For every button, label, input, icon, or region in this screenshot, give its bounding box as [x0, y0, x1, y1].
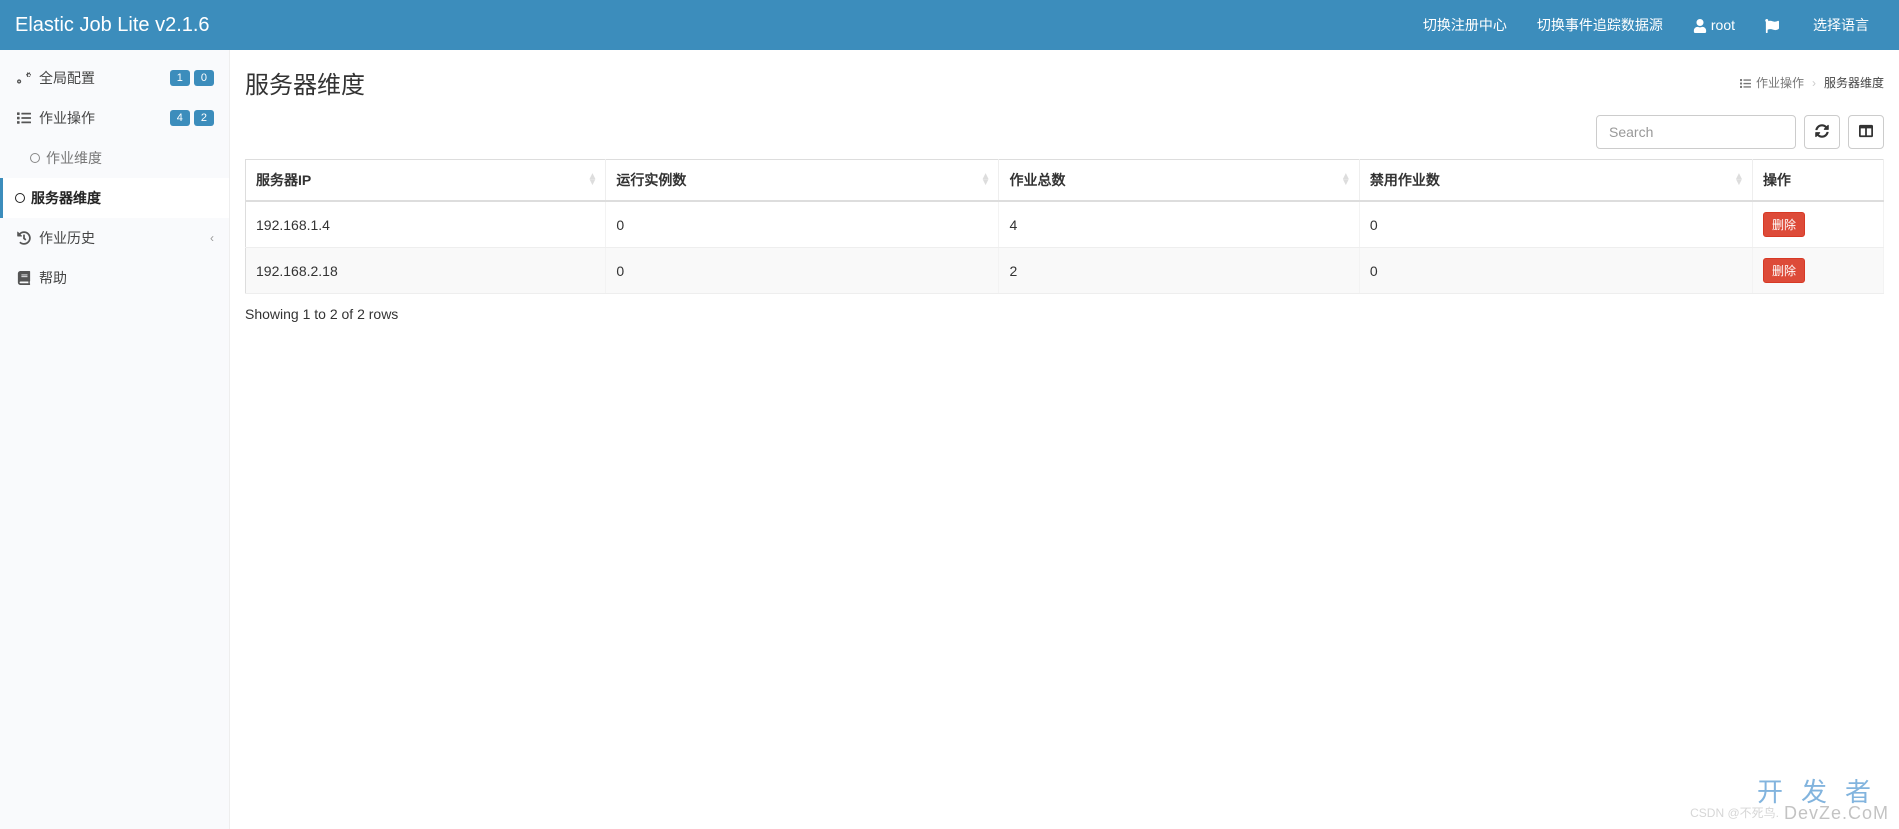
circle-icon — [30, 153, 40, 163]
sidebar-job-dimension[interactable]: 作业维度 — [0, 138, 229, 178]
cell-server-ip: 192.168.1.4 — [246, 201, 606, 248]
nav-switch-registry[interactable]: 切换注册中心 — [1408, 0, 1522, 50]
cell-server-ip: 192.168.2.18 — [246, 248, 606, 294]
main-container: 全局配置 1 0 作业操作 4 2 作业维度 服务器维度 — [0, 50, 1899, 829]
cell-running-instances: 0 — [606, 201, 999, 248]
sidebar-global-config[interactable]: 全局配置 1 0 — [0, 58, 229, 98]
app-header: Elastic Job Lite v2.1.6 切换注册中心 切换事件追踪数据源… — [0, 0, 1899, 50]
search-input[interactable] — [1596, 115, 1796, 149]
refresh-button[interactable] — [1804, 115, 1840, 149]
cell-total-jobs: 2 — [999, 248, 1359, 294]
table-toolbar — [245, 115, 1884, 149]
content-header: 服务器维度 作业操作 › 服务器维度 — [245, 65, 1884, 100]
badge: 4 — [170, 110, 190, 126]
badges: 4 2 — [170, 110, 214, 126]
sidebar-job-history[interactable]: 作业历史 ‹ — [0, 218, 229, 258]
cell-disabled-jobs: 0 — [1359, 201, 1752, 248]
delete-button[interactable]: 删除 — [1763, 258, 1805, 283]
breadcrumb: 作业操作 › 服务器维度 — [1740, 74, 1884, 91]
sidebar-item-label: 全局配置 — [39, 68, 95, 88]
sort-icon: ▲▼ — [587, 174, 597, 186]
col-running-instances[interactable]: 运行实例数▲▼ — [606, 160, 999, 202]
table-row: 192.168.2.18 0 2 0 删除 — [246, 248, 1884, 294]
content-area: 服务器维度 作业操作 › 服务器维度 — [230, 50, 1899, 829]
sidebar-item-label: 服务器维度 — [31, 188, 101, 208]
app-logo: Elastic Job Lite v2.1.6 — [15, 14, 230, 37]
nav-language[interactable]: 选择语言 — [1798, 0, 1884, 50]
sidebar-server-dimension[interactable]: 服务器维度 — [0, 178, 229, 218]
nav-user[interactable]: root — [1678, 0, 1750, 50]
gears-icon — [15, 71, 33, 85]
breadcrumb-current: 服务器维度 — [1824, 74, 1884, 91]
nav-flag[interactable] — [1750, 0, 1798, 50]
columns-button[interactable] — [1848, 115, 1884, 149]
page-title: 服务器维度 — [245, 65, 365, 100]
nav-switch-event-source[interactable]: 切换事件追踪数据源 — [1522, 0, 1678, 50]
sidebar: 全局配置 1 0 作业操作 4 2 作业维度 服务器维度 — [0, 50, 230, 829]
pagination-info: Showing 1 to 2 of 2 rows — [245, 306, 1884, 322]
col-actions: 操作 — [1752, 160, 1883, 202]
sort-icon: ▲▼ — [1341, 174, 1351, 186]
list-icon — [15, 111, 33, 125]
delete-button[interactable]: 删除 — [1763, 212, 1805, 237]
col-server-ip[interactable]: 服务器IP▲▼ — [246, 160, 606, 202]
header-nav: 切换注册中心 切换事件追踪数据源 root 选择语言 — [1408, 0, 1884, 50]
watermark-line3: CSDN @不死鸟. — [1690, 804, 1779, 821]
table-row: 192.168.1.4 0 4 0 删除 — [246, 201, 1884, 248]
user-icon — [1693, 17, 1711, 33]
list-icon — [1740, 76, 1756, 90]
col-disabled-jobs[interactable]: 禁用作业数▲▼ — [1359, 160, 1752, 202]
badge: 0 — [194, 70, 214, 86]
book-icon — [15, 271, 33, 285]
sidebar-item-label: 作业维度 — [46, 148, 102, 168]
columns-icon — [1859, 124, 1873, 141]
sidebar-item-label: 作业操作 — [39, 108, 95, 128]
refresh-icon — [1815, 124, 1829, 141]
breadcrumb-parent[interactable]: 作业操作 — [1740, 74, 1804, 91]
sidebar-item-label: 作业历史 — [39, 228, 95, 248]
sort-icon: ▲▼ — [1734, 174, 1744, 186]
badge: 1 — [170, 70, 190, 86]
sort-icon: ▲▼ — [981, 174, 991, 186]
server-table: 服务器IP▲▼ 运行实例数▲▼ 作业总数▲▼ 禁用作业数▲▼ 操作 192.16… — [245, 159, 1884, 294]
sidebar-job-ops[interactable]: 作业操作 4 2 — [0, 98, 229, 138]
breadcrumb-separator: › — [1812, 76, 1816, 90]
cell-total-jobs: 4 — [999, 201, 1359, 248]
col-total-jobs[interactable]: 作业总数▲▼ — [999, 160, 1359, 202]
flag-icon — [1765, 17, 1783, 33]
sidebar-item-label: 帮助 — [39, 268, 67, 288]
circle-icon — [15, 193, 25, 203]
badge: 2 — [194, 110, 214, 126]
nav-user-label: root — [1711, 17, 1735, 33]
history-icon — [15, 231, 33, 245]
cell-disabled-jobs: 0 — [1359, 248, 1752, 294]
chevron-left-icon: ‹ — [210, 231, 214, 245]
sidebar-help[interactable]: 帮助 — [0, 258, 229, 298]
cell-running-instances: 0 — [606, 248, 999, 294]
badges: 1 0 — [170, 70, 214, 86]
